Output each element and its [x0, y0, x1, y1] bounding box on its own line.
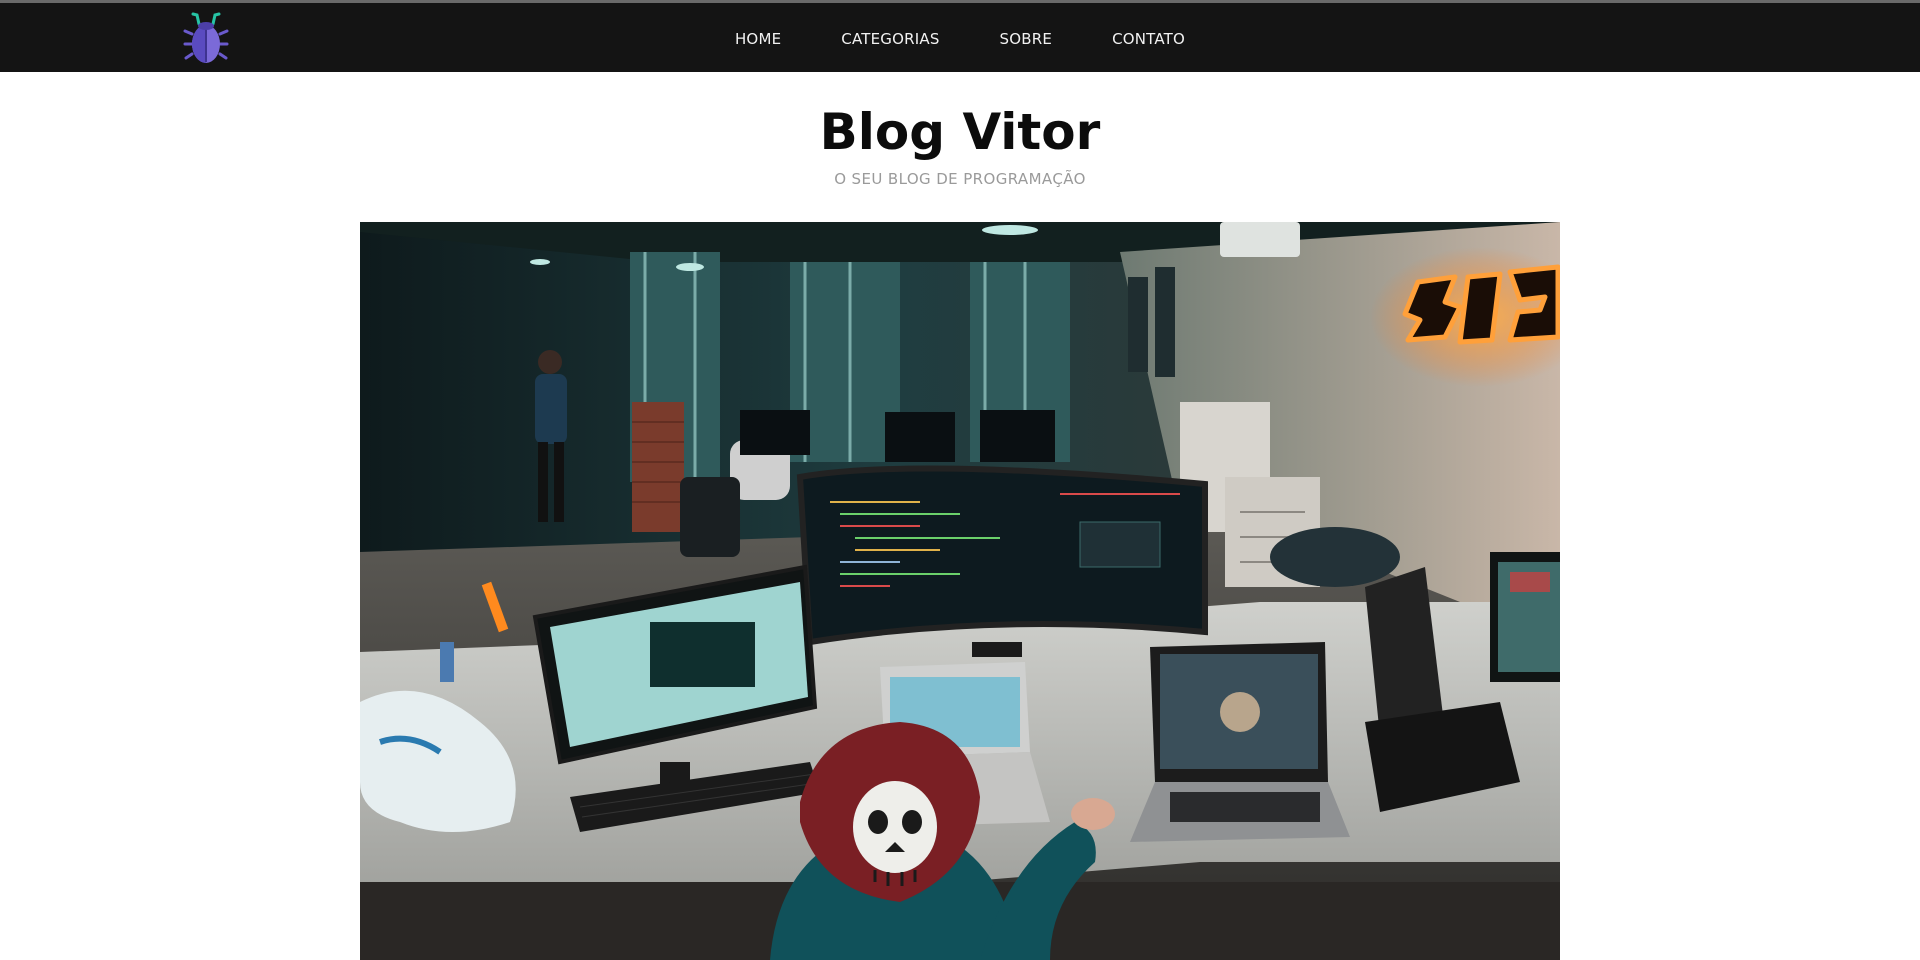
nav-link-contato[interactable]: CONTATO — [1112, 30, 1185, 48]
hero-image — [360, 222, 1560, 960]
site-title: Blog Vitor — [819, 103, 1101, 161]
nav-links: HOME CATEGORIAS SOBRE CONTATO — [0, 3, 1920, 72]
site-subtitle: O SEU BLOG DE PROGRAMAÇÃO — [834, 170, 1086, 188]
nav-link-categorias[interactable]: CATEGORIAS — [841, 30, 939, 48]
navbar: HOME CATEGORIAS SOBRE CONTATO — [0, 3, 1920, 72]
nav-link-home[interactable]: HOME — [735, 30, 781, 48]
nav-link-sobre[interactable]: SOBRE — [1000, 30, 1053, 48]
